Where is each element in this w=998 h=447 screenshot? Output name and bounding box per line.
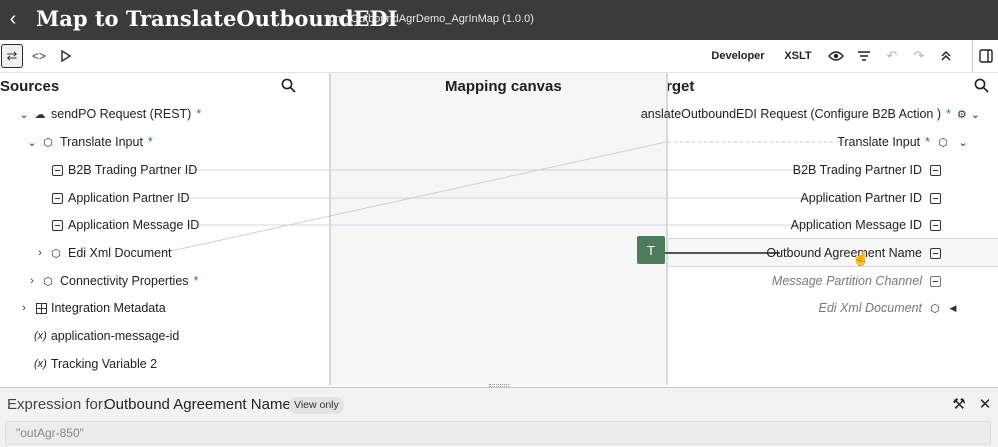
source-item[interactable]: Application Partner ID	[50, 187, 190, 209]
source-item-label: Tracking Variable 2	[50, 357, 158, 371]
source-item[interactable]: B2B Trading Partner ID	[50, 159, 197, 181]
sources-title: Sources	[0, 78, 60, 95]
element-icon	[928, 191, 942, 205]
cube-icon: ⬡	[938, 136, 948, 149]
map-identifier: tpm_OutboundAgrDemo_AgrInMap (1.0.0)	[326, 13, 534, 25]
source-item-label: sendPO Request (REST)	[51, 107, 192, 121]
toolbar-separator	[972, 40, 973, 72]
chevron-down-icon[interactable]: ⌄	[25, 136, 39, 149]
search-icon[interactable]	[972, 76, 990, 94]
source-item[interactable]: › ⬡ Connectivity Properties *	[25, 270, 198, 292]
element-icon	[928, 218, 942, 232]
canvas-title: Mapping canvas	[445, 78, 562, 95]
chevron-right-icon[interactable]: ›	[33, 247, 47, 259]
target-item-label: Application Message ID	[790, 218, 922, 232]
target-item-label: Translate Input	[837, 135, 921, 149]
cloud-icon: ☁	[34, 108, 46, 121]
element-icon	[928, 246, 942, 260]
function-node[interactable]: T	[637, 236, 665, 264]
element-icon	[50, 218, 64, 232]
chevron-down-icon[interactable]: ⌄	[17, 108, 31, 121]
target-item-selected[interactable]: Outbound Agreement Name	[668, 242, 942, 264]
cube-icon: ⬡	[51, 247, 61, 260]
source-item-label: Translate Input	[60, 135, 143, 149]
target-item-label: Message Partition Channel	[771, 274, 922, 288]
mapping-canvas[interactable]: Mapping canvas	[331, 73, 667, 385]
settings-icon[interactable]: ⚙	[957, 107, 967, 121]
cube-icon: ⬡	[930, 302, 940, 315]
element-icon	[50, 191, 64, 205]
source-item-label: application-message-id	[50, 329, 180, 343]
variable-icon: (x)	[34, 330, 47, 342]
chevron-right-icon[interactable]: ›	[25, 275, 39, 287]
required-star: *	[193, 274, 199, 288]
target-item-label: Edi Xml Document	[818, 301, 922, 315]
caret-left-icon[interactable]: ◀	[946, 303, 960, 314]
chevron-down-icon[interactable]: ⌄	[956, 136, 970, 149]
element-icon	[928, 274, 942, 288]
panel-toggle-icon[interactable]	[976, 44, 996, 68]
cursor-hand-icon: ☝	[852, 250, 870, 266]
chevron-right-icon[interactable]: ›	[17, 302, 31, 314]
search-icon[interactable]	[279, 76, 297, 94]
source-item-label: Connectivity Properties	[60, 274, 189, 288]
cube-icon: ⬡	[43, 136, 53, 149]
close-icon[interactable]: ✕	[976, 394, 994, 414]
source-item[interactable]: (x) Tracking Variable 2	[34, 353, 157, 375]
back-icon[interactable]: ‹	[2, 6, 24, 32]
required-star: *	[147, 135, 153, 149]
target-item-label: Outbound Agreement Name	[766, 246, 922, 260]
target-item[interactable]: Edi Xml Document ⬡ ◀	[668, 297, 960, 319]
collapse-icon[interactable]	[936, 44, 956, 68]
target-item-label: B2B Trading Partner ID	[792, 163, 922, 177]
expression-target-name: Outbound Agreement Name	[104, 396, 291, 413]
required-star: *	[946, 107, 951, 121]
grid-icon	[34, 301, 48, 315]
play-icon[interactable]	[56, 44, 76, 68]
filter-icon[interactable]	[854, 44, 874, 68]
target-item[interactable]: Translate Input * ⬡ ⌄	[668, 131, 970, 153]
source-item[interactable]: (x) application-message-id	[34, 325, 179, 347]
code-icon[interactable]: <>	[29, 44, 49, 68]
source-item[interactable]: ⌄ ☁ sendPO Request (REST) *	[17, 103, 201, 125]
swap-icon[interactable]: ⇄	[1, 44, 23, 68]
variable-icon: (x)	[34, 358, 47, 370]
required-star: *	[925, 135, 930, 149]
xslt-mode-button[interactable]: XSLT	[782, 44, 814, 68]
header-bar: ‹ Map to TranslateOutboundEDI tpm_Outbou…	[0, 0, 998, 40]
target-item[interactable]: Application Partner ID	[668, 187, 942, 209]
tools-icon[interactable]: ⚒	[950, 394, 968, 414]
target-item-label: Application Partner ID	[800, 191, 922, 205]
eye-icon[interactable]	[826, 44, 846, 68]
source-item-label: Application Partner ID	[68, 191, 190, 205]
undo-icon[interactable]: ↶	[882, 44, 902, 68]
source-item-label: Application Message ID	[68, 218, 200, 232]
developer-mode-button[interactable]: Developer	[708, 44, 768, 68]
view-only-badge: View only	[289, 397, 344, 414]
expression-label: Expression for:	[7, 396, 108, 413]
toolbar: ⇄ <> Developer XSLT ↶ ↷	[0, 40, 998, 73]
chevron-down-icon[interactable]: ⌄	[971, 108, 980, 121]
source-item[interactable]: ⌄ ⬡ Translate Input *	[25, 131, 153, 153]
target-item[interactable]: B2B Trading Partner ID	[668, 159, 942, 181]
source-item-label: Edi Xml Document	[68, 246, 172, 260]
expression-value-field[interactable]: "outAgr-850"	[5, 421, 991, 445]
source-item[interactable]: › Integration Metadata	[17, 297, 166, 319]
cube-icon: ⬡	[43, 275, 53, 288]
target-item[interactable]: Message Partition Channel	[668, 270, 942, 292]
source-item-label: Integration Metadata	[51, 301, 166, 315]
required-star: *	[196, 107, 202, 121]
target-item[interactable]: Application Message ID	[668, 214, 942, 236]
target-item[interactable]: anslateOutboundEDI Request (Configure B2…	[641, 103, 980, 125]
source-item[interactable]: Application Message ID	[50, 214, 199, 236]
source-item[interactable]: › ⬡ Edi Xml Document	[33, 242, 172, 264]
redo-icon[interactable]: ↷	[909, 44, 929, 68]
expression-panel: Expression for: Outbound Agreement Name …	[0, 387, 998, 447]
element-icon	[50, 163, 64, 177]
target-title: rget	[668, 78, 695, 95]
source-item-label: B2B Trading Partner ID	[68, 163, 198, 177]
element-icon	[928, 163, 942, 177]
target-item-label: anslateOutboundEDI Request (Configure B2…	[640, 107, 942, 121]
